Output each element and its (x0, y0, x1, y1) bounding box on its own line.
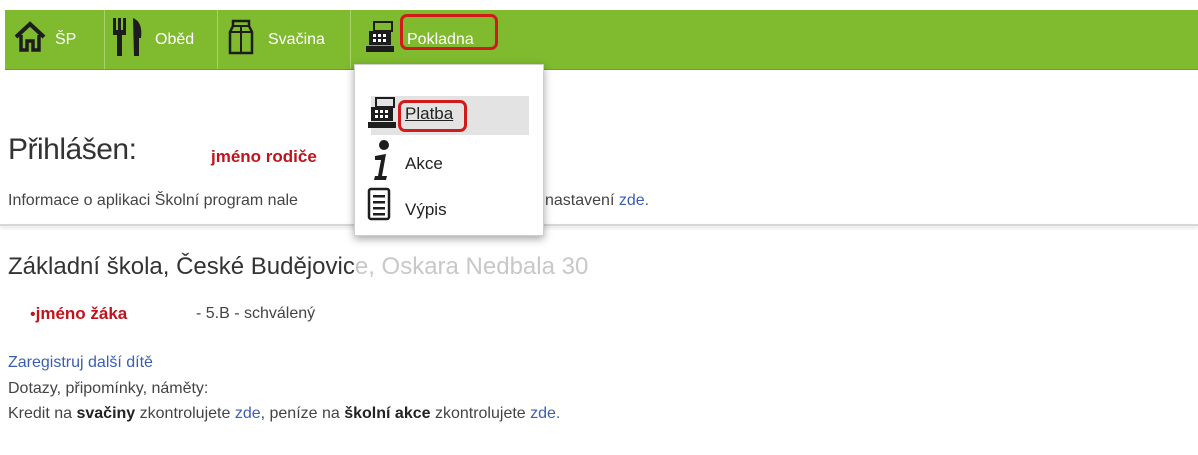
nav-item-svacina[interactable]: Svačina (218, 10, 351, 69)
school-name-tail: e, Oskara Nedbala 30 (354, 253, 589, 280)
nav-item-sp[interactable]: ŠP (13, 10, 105, 69)
info-text: Informace o aplikaci Školní program nale (8, 192, 298, 210)
info-text-tail: nastavení zde. (545, 192, 649, 210)
credit-events-link[interactable]: zde. (530, 405, 560, 422)
info-prefix: Informace o aplikaci Školní program nale (8, 192, 298, 209)
register-child-link[interactable]: Zaregistruj další dítě (8, 354, 153, 372)
pokladna-highlight-box (400, 14, 498, 50)
fork-knife-icon (111, 16, 147, 63)
dropdown-label-vypis: Výpis (405, 200, 447, 219)
credit-part1: Kredit na (8, 405, 77, 422)
home-icon (13, 20, 47, 59)
info-settings-link[interactable]: zde. (619, 192, 649, 209)
platba-highlight-box (398, 100, 467, 132)
credit-bold-akce: školní akce (344, 405, 431, 422)
student-item: •jméno žáka (30, 304, 127, 324)
top-strip (0, 0, 1198, 10)
questions-text: Dotazy, připomínky, náměty: (8, 380, 209, 397)
student-class-status: - 5.B - schválený (196, 305, 316, 322)
top-navbar: ŠP Oběd Svačina Pokladna (5, 10, 1198, 70)
student-name: jméno žáka (35, 304, 128, 323)
dropdown-item-akce[interactable]: Akce (355, 140, 543, 185)
dropdown-item-vypis[interactable]: Výpis (355, 187, 543, 231)
school-name-visible: Základní škola, České Budějovic (8, 253, 355, 280)
divider (0, 224, 1198, 226)
credit-part4: zkontrolujete (430, 405, 531, 422)
nav-label-obed: Oběd (155, 30, 195, 48)
login-title: Přihlášen: (8, 133, 137, 166)
pokladna-dropdown-menu: Platba Akce Výpis (354, 64, 544, 236)
nav-label-svacina: Svačina (268, 30, 325, 48)
school-name: Základní škola, České Budějovice, Oskara… (8, 253, 588, 281)
credit-part2: zkontrolujete (135, 405, 235, 422)
cash-register-icon (367, 97, 397, 134)
info-suffix: nastavení (545, 192, 615, 209)
info-icon (371, 139, 393, 188)
login-user-name: jméno rodiče (211, 147, 317, 166)
document-icon (367, 187, 391, 226)
dropdown-label-akce: Akce (405, 154, 443, 173)
credit-bold-svaciny: svačiny (76, 405, 136, 422)
milk-carton-icon (228, 19, 254, 60)
credit-part3: , peníze na (260, 405, 345, 422)
nav-item-obed[interactable]: Oběd (105, 10, 218, 69)
nav-label-sp: ŠP (55, 30, 77, 48)
credit-text: Kredit na svačiny zkontrolujete zde, pen… (8, 405, 560, 423)
credit-snack-link[interactable]: zde (235, 405, 261, 422)
cash-register-icon (365, 21, 395, 58)
